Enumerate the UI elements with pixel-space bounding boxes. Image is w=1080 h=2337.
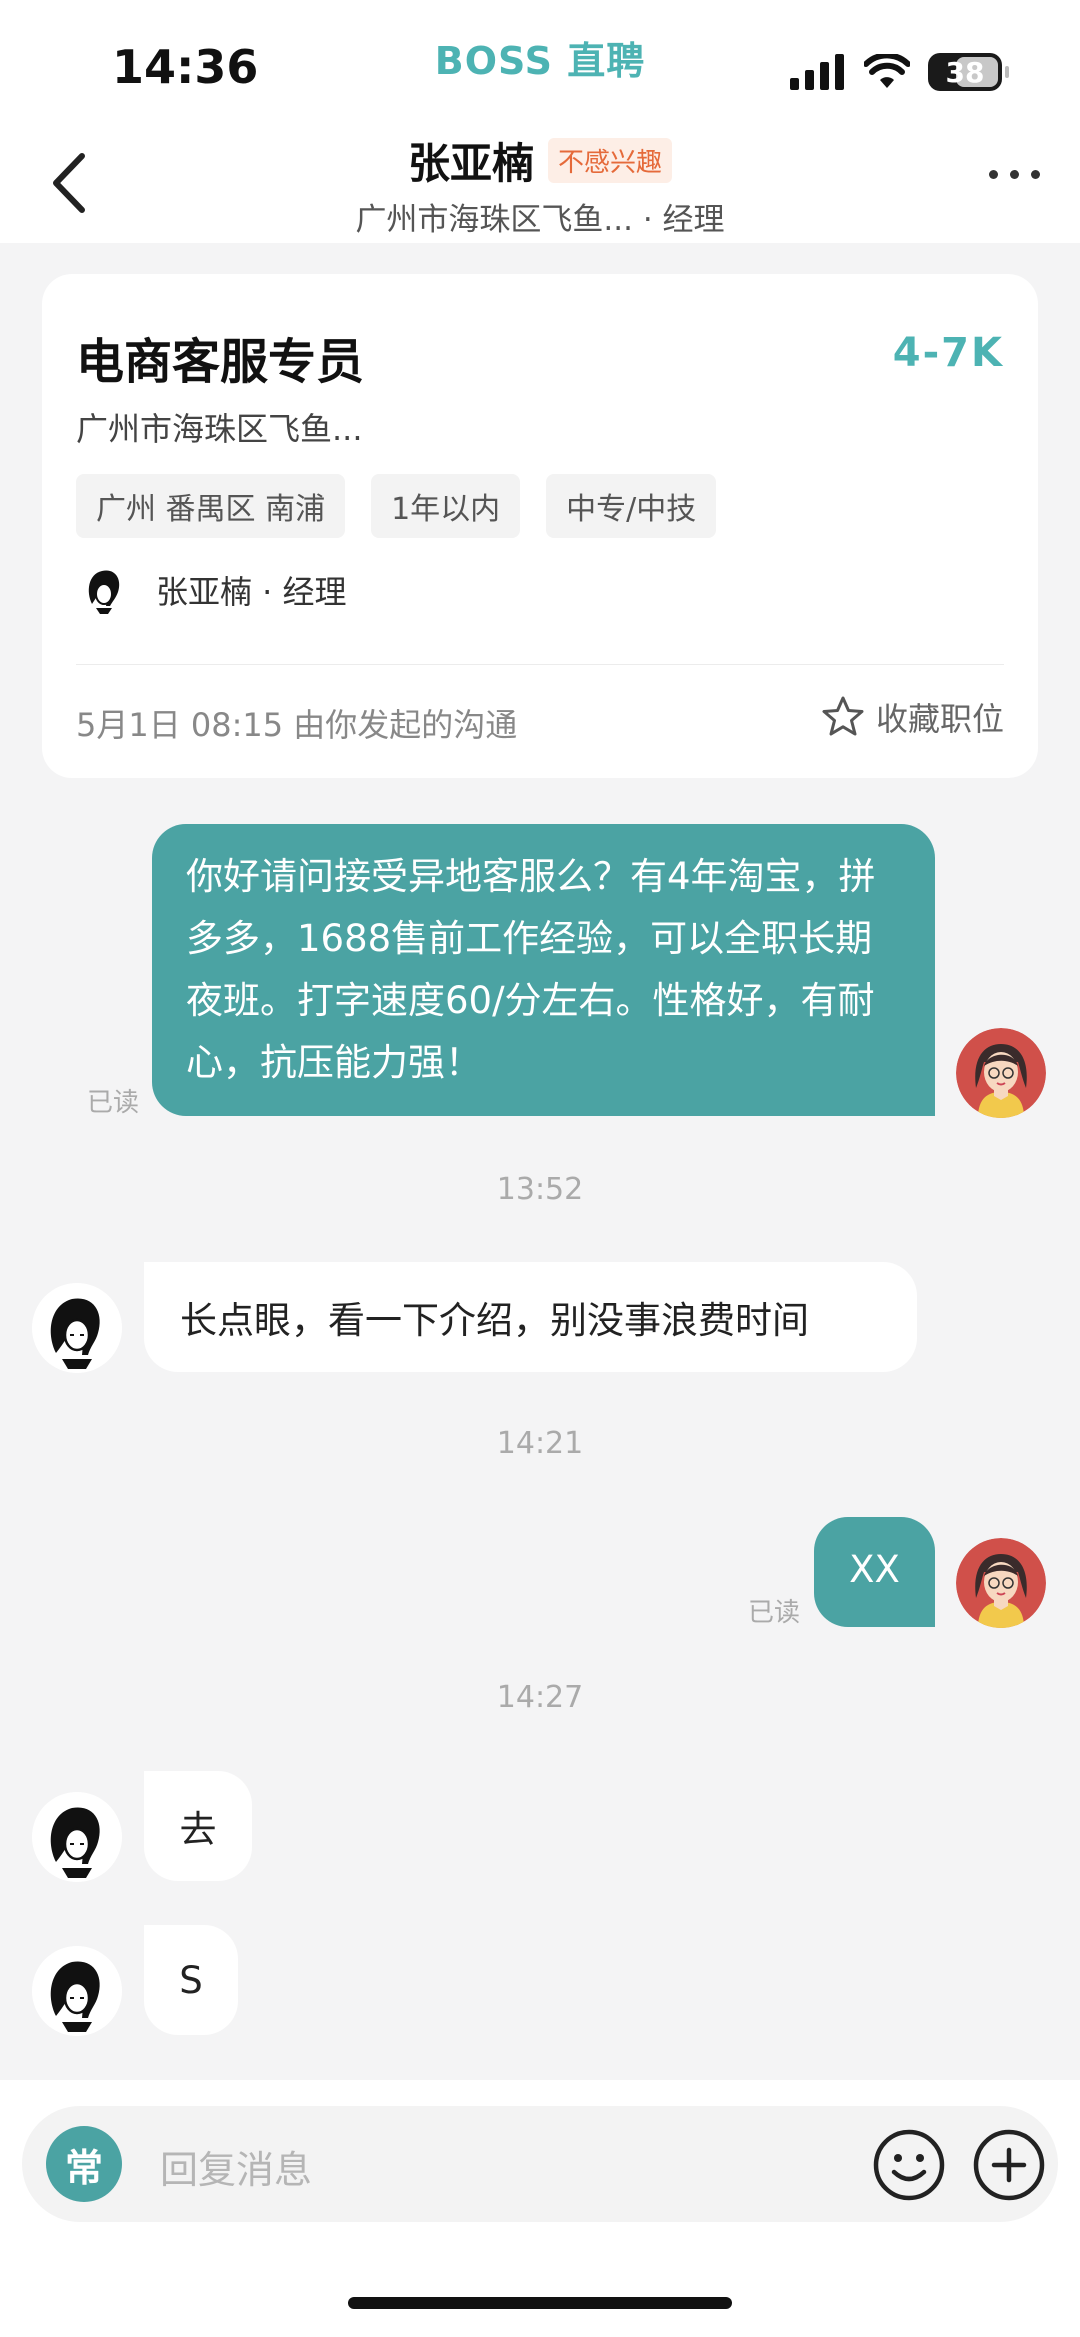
user-avatar-icon	[956, 1028, 1046, 1118]
status-icons: 38	[790, 52, 1009, 92]
my-avatar[interactable]	[956, 1538, 1046, 1628]
message-bubble-incoming[interactable]: S	[144, 1925, 238, 2035]
contact-avatar[interactable]	[32, 1792, 122, 1882]
favorite-job-button[interactable]: 收藏职位	[820, 694, 1004, 740]
read-status: 已读	[748, 1598, 801, 1628]
contact-name[interactable]: 张亚楠	[408, 130, 534, 191]
plus-circle-icon	[973, 2129, 1045, 2201]
top-bar: 14:36 BOSS 直聘 38 张亚楠 不感兴趣 广州市海珠区飞鱼... · …	[0, 0, 1080, 243]
message-bubble-incoming[interactable]: 长点眼，看一下介绍，别没事浪费时间	[144, 1262, 917, 1372]
wifi-icon	[864, 54, 910, 88]
contact-subtitle: 广州市海珠区飞鱼... · 经理	[355, 202, 725, 238]
more-button[interactable]	[989, 170, 1040, 179]
more-actions-button[interactable]	[972, 2128, 1046, 2202]
signal-icon	[790, 54, 844, 90]
message-bubble-outgoing[interactable]: XX	[814, 1517, 935, 1627]
recruiter-avatar	[76, 562, 132, 618]
chat-title-row: 张亚楠 不感兴趣	[0, 130, 1080, 191]
recruiter-info: 张亚楠 · 经理	[76, 562, 347, 618]
battery-level: 38	[945, 55, 985, 89]
contact-avatar-icon	[32, 1792, 122, 1882]
emoji-button[interactable]	[872, 2128, 946, 2202]
contact-avatar[interactable]	[32, 1946, 122, 2036]
emoji-smile-icon	[873, 2129, 945, 2201]
message-timestamp: 14:27	[496, 1680, 584, 1715]
my-avatar[interactable]	[956, 1028, 1046, 1118]
message-timestamp: 14:21	[496, 1426, 584, 1461]
message-bubble-incoming[interactable]: 去	[144, 1771, 252, 1881]
job-card[interactable]: 电商客服专员 4-7K 广州市海珠区飞鱼... 广州 番禺区 南浦 1年以内 中…	[42, 274, 1038, 778]
job-tag-education: 中专/中技	[546, 474, 717, 538]
user-avatar-icon	[956, 1538, 1046, 1628]
job-tag-experience: 1年以内	[371, 474, 521, 538]
message-bubble-outgoing[interactable]: 你好请问接受异地客服么？有4年淘宝，拼多多，1688售前工作经验，可以全职长期夜…	[152, 824, 935, 1116]
contact-avatar-icon	[32, 1283, 122, 1373]
battery-indicator: 38	[928, 53, 1009, 91]
message-timestamp: 13:52	[496, 1172, 584, 1207]
common-phrases-button[interactable]: 常	[46, 2126, 122, 2202]
recruiter-name: 张亚楠 · 经理	[156, 573, 347, 611]
chat-start-info: 5月1日 08:15 由你发起的沟通	[76, 706, 518, 744]
contact-avatar-icon	[32, 1946, 122, 2036]
home-indicator[interactable]	[348, 2297, 732, 2309]
job-title: 电商客服专员	[76, 334, 365, 390]
job-tag-location: 广州 番禺区 南浦	[76, 474, 346, 538]
more-horizontal-icon	[989, 170, 998, 179]
job-tags: 广州 番禺区 南浦 1年以内 中专/中技	[76, 474, 717, 538]
job-address: 广州市海珠区飞鱼...	[76, 410, 363, 448]
message-input-bar: 常 回复消息	[22, 2106, 1058, 2222]
card-divider	[76, 664, 1004, 665]
favorite-label: 收藏职位	[875, 700, 1004, 738]
not-interested-tag[interactable]: 不感兴趣	[548, 138, 673, 183]
star-outline-icon	[822, 696, 864, 736]
read-status: 已读	[87, 1088, 140, 1118]
job-salary: 4-7K	[892, 330, 1004, 376]
message-input[interactable]: 回复消息	[160, 2139, 312, 2194]
contact-avatar[interactable]	[32, 1283, 122, 1373]
